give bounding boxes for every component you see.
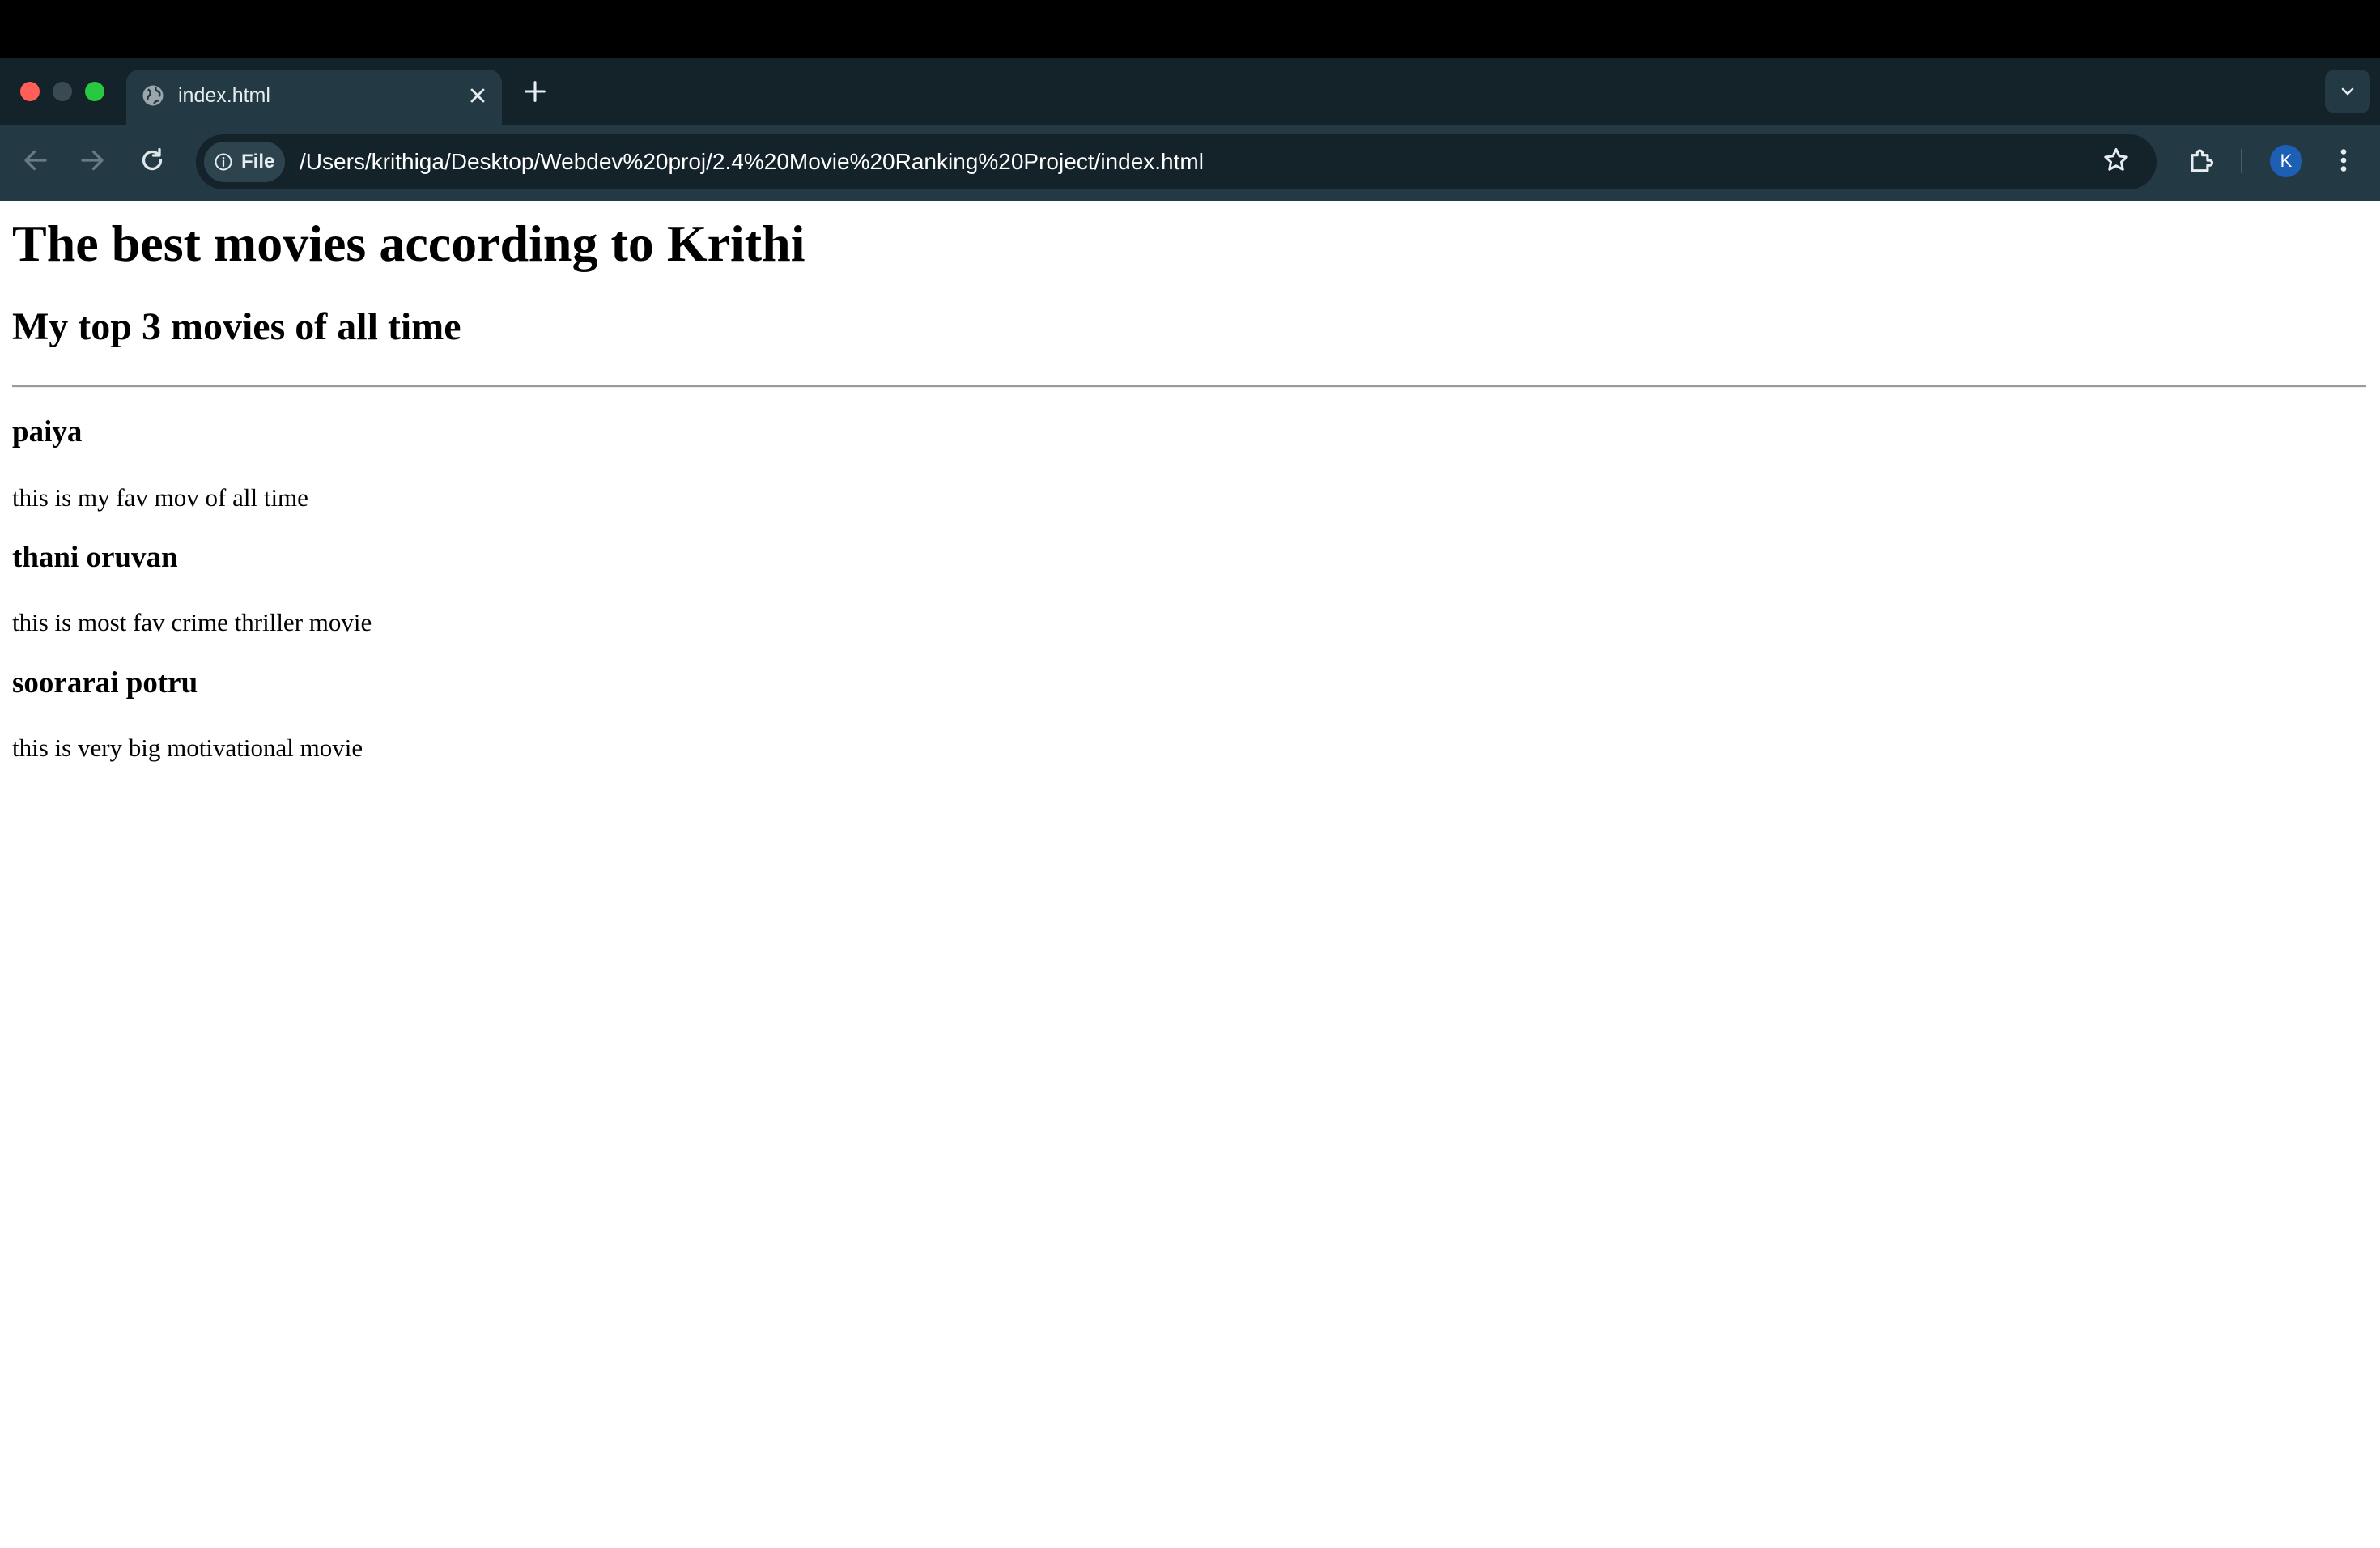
toolbar-divider <box>2241 149 2242 173</box>
window-close-button[interactable] <box>20 82 40 101</box>
tab-title: index.html <box>178 84 270 107</box>
window-zoom-button[interactable] <box>85 82 104 101</box>
page-title: The best movies according to Krithi <box>12 215 805 272</box>
new-tab-button[interactable] <box>521 78 549 105</box>
star-icon[interactable] <box>2102 146 2131 175</box>
screen: index.html File /Users/krithiga/Desktop/… <box>0 0 2380 1548</box>
movie-title: soorarai potru <box>12 666 198 700</box>
kebab-icon[interactable] <box>2331 146 2356 175</box>
system-menu-bar <box>0 0 2380 58</box>
arrow-right-icon[interactable] <box>78 146 107 175</box>
globe-icon <box>142 85 164 106</box>
arrow-left-icon[interactable] <box>21 146 50 175</box>
reload-icon[interactable] <box>138 146 167 175</box>
movie-title: thani oruvan <box>12 541 178 574</box>
close-icon[interactable] <box>466 84 489 107</box>
profile-avatar[interactable]: K <box>2270 145 2302 177</box>
tab-search-button[interactable] <box>2325 70 2370 113</box>
window-minimize-button[interactable] <box>53 82 72 101</box>
scheme-label: File <box>241 151 275 172</box>
horizontal-rule <box>12 385 2366 388</box>
site-info-button[interactable]: File <box>204 142 285 182</box>
movie-description: this is very big motivational movie <box>12 734 363 762</box>
url-text[interactable]: /Users/krithiga/Desktop/Webdev%20proj/2.… <box>300 146 1204 178</box>
chevron-down-icon <box>2341 87 2354 96</box>
movie-description: this is my fav mov of all time <box>12 483 308 512</box>
page-content: The best movies according to Krithi My t… <box>0 201 2380 1548</box>
browser-tab[interactable]: index.html <box>126 70 502 125</box>
info-icon <box>215 153 232 171</box>
movie-title: paiya <box>12 415 83 449</box>
page-subtitle: My top 3 movies of all time <box>12 305 461 348</box>
movie-description: this is most fav crime thriller movie <box>12 608 372 636</box>
address-bar[interactable]: File /Users/krithiga/Desktop/Webdev%20pr… <box>196 134 2157 189</box>
puzzle-icon[interactable] <box>2186 145 2216 176</box>
